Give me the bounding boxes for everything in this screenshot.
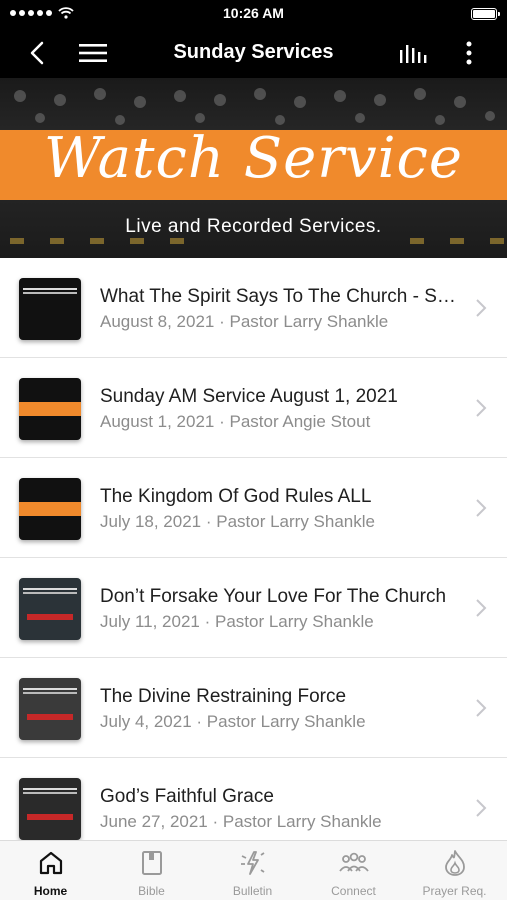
tab-label: Prayer Req. [422,884,487,898]
sermon-title: God’s Faithful Grace [100,786,274,807]
sermon-list: What The Spirit Says To The Church - Sun… [0,258,507,840]
watch-service-banner: Watch Service Live and Recorded Services… [0,78,507,258]
status-time: 10:26 AM [223,5,284,21]
connect-icon [338,852,369,872]
sermon-meta: July 18, 2021 · Pastor Larry Shankle [100,512,375,531]
tab-connect[interactable]: Connect [303,841,404,900]
battery-icon [471,8,500,20]
sermon-meta: August 8, 2021 · Pastor Larry Shankle [100,312,389,331]
sermon-row[interactable]: The Kingdom Of God Rules ALL July 18, 20… [0,458,507,558]
sermon-title: Don’t Forsake Your Love For The Church [100,586,447,607]
sermon-thumbnail [19,778,81,840]
bulletin-icon [240,851,264,875]
sermon-row[interactable]: The Divine Restraining Force July 4, 202… [0,658,507,758]
banner-subtitle: Live and Recorded Services. [125,216,382,237]
sermon-title: Sunday AM Service August 1, 2021 [100,386,398,407]
audio-levels-button[interactable] [394,28,434,78]
bottom-tab-bar: Home Bible Bulletin Connect Prayer Req. [0,840,507,900]
banner-title: Watch Service [43,126,464,191]
chevron-right-icon [476,499,487,517]
prayer-flame-icon [444,850,465,876]
sermon-thumbnail [19,578,81,640]
nav-bar: Sunday Services [0,28,507,78]
status-bar: 10:26 AM [0,0,507,28]
more-options-button[interactable] [454,28,484,78]
home-icon [39,851,62,875]
sermon-meta: July 4, 2021 · Pastor Larry Shankle [100,712,366,731]
bible-icon [141,851,162,875]
sermon-title: The Divine Restraining Force [100,686,347,707]
tab-bulletin[interactable]: Bulletin [202,841,303,900]
sermon-row[interactable]: God’s Faithful Grace June 27, 2021 · Pas… [0,758,507,840]
sermon-thumbnail [19,478,81,540]
tab-label: Home [33,884,68,898]
sermon-thumbnail [19,378,81,440]
tab-home[interactable]: Home [0,841,101,900]
tab-bible[interactable]: Bible [101,841,202,900]
sermon-meta: July 11, 2021 · Pastor Larry Shankle [100,612,374,631]
tab-label: Connect [331,884,376,898]
chevron-right-icon [476,399,487,417]
sermon-meta: June 27, 2021 · Pastor Larry Shankle [100,812,382,831]
tab-label: Bulletin [232,884,273,898]
sermon-thumbnail [19,278,81,340]
sermon-meta: August 1, 2021 · Pastor Angie Stout [100,412,371,431]
vertical-dots-icon [466,41,472,65]
tab-label: Bible [138,884,165,898]
sermon-thumbnail [19,678,81,740]
sermon-row[interactable]: Don’t Forsake Your Love For The Church J… [0,558,507,658]
sermon-title: The Kingdom Of God Rules ALL [100,486,372,507]
sermon-row[interactable]: What The Spirit Says To The Church - Sun… [0,258,507,358]
sermon-row[interactable]: Sunday AM Service August 1, 2021 August … [0,358,507,458]
audio-bars-icon [400,45,427,63]
chevron-right-icon [476,699,487,717]
chevron-right-icon [476,599,487,617]
chevron-right-icon [476,799,487,817]
chevron-right-icon [476,299,487,317]
sermon-title: What The Spirit Says To The Church - Sun… [100,286,462,307]
tab-prayer-requests[interactable]: Prayer Req. [404,841,505,900]
